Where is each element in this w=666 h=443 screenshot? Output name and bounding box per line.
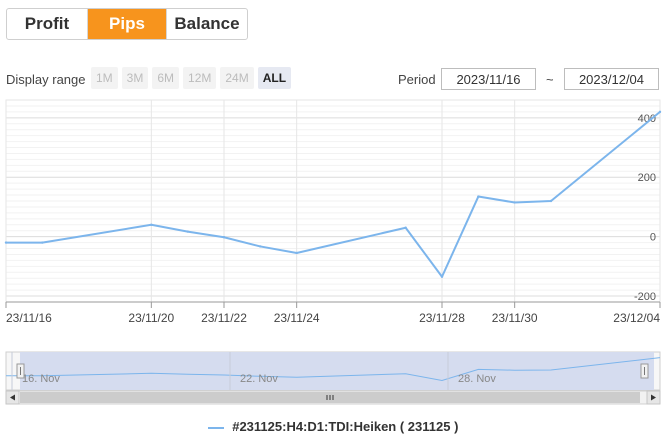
range-6m-button[interactable]: 6M bbox=[152, 67, 180, 89]
tab-pips[interactable]: Pips bbox=[88, 9, 167, 39]
navigator-label: 16. Nov bbox=[22, 373, 60, 385]
series-point bbox=[513, 201, 516, 204]
metric-tabs: Profit Pips Balance bbox=[6, 8, 248, 40]
y-tick-label: -200 bbox=[634, 291, 656, 303]
series-point bbox=[440, 275, 444, 278]
range-12m-button[interactable]: 12M bbox=[183, 67, 217, 89]
tab-balance[interactable]: Balance bbox=[167, 9, 247, 39]
period-start-input[interactable] bbox=[441, 68, 536, 90]
series-point bbox=[4, 241, 8, 244]
x-tick-label: 23/11/16 bbox=[6, 311, 52, 325]
x-tick-label: 23/12/04 bbox=[613, 311, 660, 325]
series-point bbox=[41, 241, 44, 244]
y-tick-label: 200 bbox=[638, 172, 656, 184]
x-tick-label: 23/11/28 bbox=[419, 311, 465, 325]
x-axis: 23/11/16 23/11/20 23/11/22 23/11/24 23/11/28… bbox=[5, 301, 661, 325]
tab-profit[interactable]: Profit bbox=[7, 9, 88, 39]
x-tick-label: 23/11/22 bbox=[201, 311, 247, 325]
chart-grid bbox=[5, 99, 661, 303]
period-end-input[interactable] bbox=[564, 68, 659, 90]
series-point bbox=[259, 245, 262, 248]
range-all-button[interactable]: ALL bbox=[257, 67, 292, 89]
series-point bbox=[658, 110, 662, 114]
range-3m-button[interactable]: 3M bbox=[121, 67, 149, 89]
series-point bbox=[549, 199, 553, 203]
period-separator: ~ bbox=[546, 72, 554, 87]
series-point bbox=[186, 230, 189, 233]
legend-line-icon bbox=[207, 426, 224, 429]
navigator-selection bbox=[20, 352, 654, 390]
display-range-label: Display range bbox=[6, 72, 86, 87]
series-point bbox=[222, 236, 226, 239]
x-tick-label: 23/11/20 bbox=[128, 311, 174, 325]
pips-chart: 23/11/16 23/11/20 23/11/22 23/11/24 23/11/28… bbox=[4, 99, 662, 405]
period-label: Period bbox=[398, 72, 436, 87]
series-point bbox=[150, 223, 153, 226]
series-point bbox=[477, 195, 480, 198]
series-point bbox=[295, 251, 298, 255]
navigator-label: 28. Nov bbox=[458, 373, 496, 385]
y-tick-label: 0 bbox=[650, 232, 656, 244]
range-24m-button[interactable]: 24M bbox=[220, 67, 254, 89]
chart-legend[interactable]: #231125:H4:D1:TDI:Heiken ( 231125 ) bbox=[0, 419, 666, 434]
range-1m-button[interactable]: 1M bbox=[91, 67, 118, 89]
display-range-buttons: 1M 3M 6M 12M 24M ALL bbox=[91, 67, 292, 89]
x-tick-label: 23/11/24 bbox=[274, 311, 320, 325]
series-point bbox=[404, 226, 407, 229]
navigator: 16. Nov 22. Nov 28. Nov bbox=[5, 351, 661, 405]
legend-series-label: #231125:H4:D1:TDI:Heiken ( 231125 ) bbox=[232, 419, 459, 434]
x-tick-label: 23/11/30 bbox=[492, 311, 538, 325]
navigator-label: 22. Nov bbox=[240, 373, 278, 385]
